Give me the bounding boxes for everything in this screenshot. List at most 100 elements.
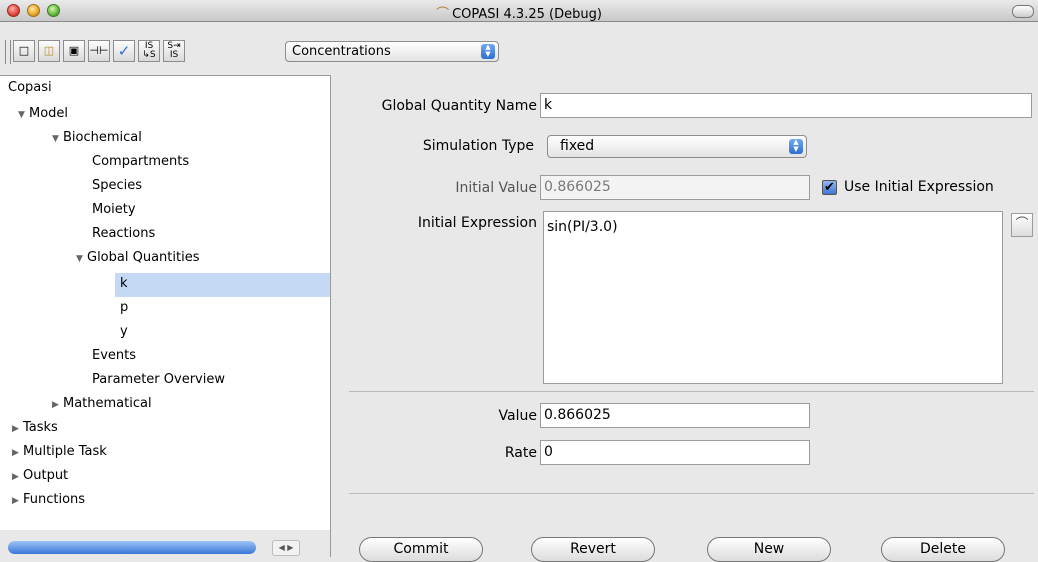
tree-item-parameter-overview[interactable]: Parameter Overview [92,370,225,390]
tree-item-label: Reactions [92,226,156,241]
selected-row-highlight [115,273,330,297]
window-title-text: COPASI 4.3.25 (Debug) [452,7,602,22]
rate-input[interactable]: 0 [540,440,810,465]
initial-value-input: 0.866025 [540,175,810,200]
separator [349,391,1034,392]
simulation-type-value: fixed [560,138,595,154]
check-model-button[interactable]: ✓ [113,40,135,62]
disclosure-right-icon[interactable]: ▶ [52,395,61,415]
global-quantity-panel: Global Quantity Name k Simulation Type f… [331,75,1038,562]
disclosure-right-icon[interactable]: ▶ [12,419,21,439]
tree-item-biochemical[interactable]: ▼ Biochemical [52,128,142,148]
copasi-expression-icon: ⌒ [1015,217,1029,232]
open-folder-icon: ◫ [43,44,55,57]
disclosure-right-icon[interactable]: ▶ [12,443,21,463]
tree-item-k[interactable]: k [120,274,128,294]
tree-item-p[interactable]: p [120,298,128,318]
window-titlebar: ⌒ COPASI 4.3.25 (Debug) [0,0,1038,22]
tree-item-multiple-task[interactable]: ▶ Multiple Task [12,442,107,462]
tree-item-label: Compartments [92,154,190,169]
chevron-updown-icon: ▲ ▼ [481,44,495,59]
slider-icon: ⊣⊢ [89,44,109,57]
tree-item-tasks[interactable]: ▶ Tasks [12,418,58,438]
new-file-button[interactable]: □ [13,40,35,62]
tree-item-label: Biochemical [63,130,142,145]
tree-item-label: Functions [23,492,86,507]
tree-item-label: Parameter Overview [92,372,225,387]
scroll-arrows[interactable]: ◀ ▶ [272,540,300,556]
tree-item-copasi[interactable]: Copasi [8,78,52,98]
tree-item-compartments[interactable]: Compartments [92,152,189,172]
global-quantity-name-input[interactable]: k [540,93,1032,118]
model-tree[interactable]: Copasi ▼ Model ▼ Biochemical Compartments … [0,75,331,530]
tree-item-label: Global Quantities [87,250,200,265]
initial-expression-label: Initial Expression [417,215,537,231]
value-input[interactable]: 0.866025 [540,403,810,428]
s-to-is-icon: S⇥ IS [167,41,181,60]
simulation-type-label: Simulation Type [422,138,534,154]
tree-item-label: y [120,324,128,339]
tree-item-label: p [120,300,129,315]
tree-item-label: Events [92,348,137,363]
tree-item-model[interactable]: ▼ Model [18,104,68,124]
tree-item-label: Output [23,468,69,483]
is-to-s-button[interactable]: IS ↳S [138,40,160,62]
expression-builder-button[interactable]: ⌒ [1011,213,1033,237]
save-button[interactable]: ▣ [63,40,85,62]
window-title: ⌒ COPASI 4.3.25 (Debug) [0,3,1038,22]
initial-expression-editor[interactable]: sin(PI/3.0) [543,211,1003,384]
tree-item-moiety[interactable]: Moiety [92,200,136,220]
s-to-is-button[interactable]: S⇥ IS [163,40,185,62]
open-file-button[interactable]: ◫ [38,40,60,62]
separator [349,493,1034,494]
initial-value-label: Initial Value [455,180,537,196]
mode-select-value: Concentrations [292,44,391,59]
is-to-s-icon: IS ↳S [142,41,156,60]
toolbar-toggle-button[interactable] [1012,5,1034,18]
disclosure-right-icon[interactable]: ▶ [12,491,21,511]
checkmark-icon: ✔ [824,180,835,195]
scroll-right-icon[interactable]: ▶ [287,543,293,552]
toolbar-grip[interactable] [5,40,11,64]
tree-item-global-quantities[interactable]: ▼ Global Quantities [76,248,199,268]
tree-item-label: Copasi [8,80,52,95]
disclosure-down-icon[interactable]: ▼ [76,249,85,269]
save-icon: ▣ [68,44,80,57]
new-file-icon: □ [18,44,30,57]
tree-item-functions[interactable]: ▶ Functions [12,490,85,510]
tree-item-output[interactable]: ▶ Output [12,466,68,486]
global-quantity-name-label: Global Quantity Name [381,98,537,114]
use-initial-expression-label: Use Initial Expression [844,179,994,195]
revert-button[interactable]: Revert [531,537,655,562]
tree-item-label: Multiple Task [23,444,107,459]
use-initial-expression-checkbox[interactable]: ✔ [822,180,837,195]
tree-item-reactions[interactable]: Reactions [92,224,155,244]
commit-button[interactable]: Commit [359,537,483,562]
scrollbar-thumb[interactable] [8,541,256,554]
tree-item-label: Mathematical [63,396,152,411]
disclosure-down-icon[interactable]: ▼ [18,105,27,125]
toolbar: □ ◫ ▣ ⊣⊢ ✓ IS ↳S S⇥ IS Concentrations ▲ ▼ [0,22,1038,75]
scroll-left-icon[interactable]: ◀ [279,543,285,552]
new-button[interactable]: New [707,537,831,562]
tree-item-label: Species [92,178,143,193]
disclosure-right-icon[interactable]: ▶ [12,467,21,487]
disclosure-down-icon[interactable]: ▼ [52,129,61,149]
tree-item-label: Tasks [23,420,58,435]
delete-button[interactable]: Delete [881,537,1005,562]
slider-button[interactable]: ⊣⊢ [88,40,110,62]
tree-item-events[interactable]: Events [92,346,136,366]
tree-item-mathematical[interactable]: ▶ Mathematical [52,394,152,414]
tree-item-species[interactable]: Species [92,176,142,196]
tree-item-label: k [120,276,128,291]
copasi-logo-icon: ⌒ [436,7,450,22]
concentration-mode-select[interactable]: Concentrations ▲ ▼ [285,41,499,62]
tree-item-label: Moiety [92,202,136,217]
simulation-type-select[interactable]: fixed ▲ ▼ [547,135,807,158]
checkmark-icon: ✓ [117,42,131,60]
value-label: Value [498,408,537,424]
rate-label: Rate [504,445,537,461]
tree-item-label: Model [29,106,69,121]
tree-horizontal-scrollbar[interactable]: ◀ ▶ [0,530,331,557]
tree-item-y[interactable]: y [120,322,128,342]
